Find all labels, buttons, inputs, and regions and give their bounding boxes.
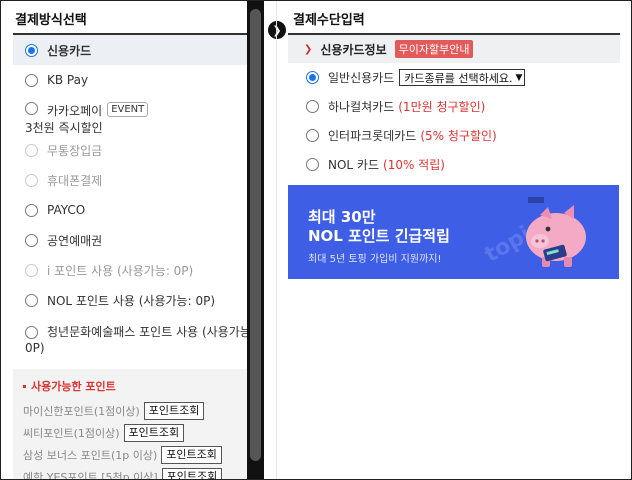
banner-headline-1: 최대 30만	[308, 208, 376, 226]
point-row: 마이신한포인트(1점이상) 포인트조회	[23, 400, 247, 422]
option-label: KB Pay	[47, 73, 89, 87]
payment-option-kakaopay[interactable]: 카카오페이 EVENT 3천원 즉시할인	[13, 95, 247, 135]
radio-icon[interactable]	[306, 158, 319, 171]
installment-info-button[interactable]: 무이자할부안내	[394, 40, 474, 58]
point-check-button[interactable]: 포인트조회	[161, 468, 223, 479]
point-row: 씨티포인트(1점이상) 포인트조회	[23, 422, 247, 444]
point-row: 예한 YES포인트 [5천p 이상] 포인트조회	[23, 466, 247, 480]
points-title-text: 사용가능한 포인트	[31, 380, 116, 393]
radio-icon[interactable]	[25, 173, 38, 187]
point-label: 씨티포인트(1점이상)	[23, 427, 120, 440]
option-label: NOL 포인트 사용 (사용가능: 0P)	[47, 293, 216, 308]
option-label-cont: 0P)	[25, 341, 45, 355]
payment-method-title: 결제방식선택	[15, 13, 87, 28]
option-label: PAYCO	[47, 203, 86, 217]
option-label-block: 청년문화예술패스 포인트 사용 (사용가능: 0P)	[25, 324, 247, 356]
point-label: 예한 YES포인트 [5천p 이상]	[23, 471, 158, 480]
card-option-nol[interactable]: NOL 카드 (10% 적립)	[288, 150, 620, 179]
radio-icon[interactable]	[25, 102, 38, 115]
point-label: 삼성 보너스 포인트(1p 이상)	[23, 449, 158, 462]
card-benefit: (10% 적립)	[383, 158, 445, 172]
banner-headline-2: NOL 포인트 긴급적립	[308, 227, 450, 245]
radio-icon[interactable]	[25, 293, 38, 307]
radio-icon[interactable]	[25, 203, 38, 217]
card-type-list: 일반신용카드 카드종류를 선택하세요. ▼ 하나컬쳐카드 (1만원 청구할인) …	[288, 63, 620, 179]
payment-option-bank-transfer[interactable]: 무통장입금	[13, 135, 247, 165]
payment-input-title: 결제수단입력	[293, 13, 365, 28]
card-label: 인터파크롯데카드	[328, 129, 417, 143]
option-label: 카카오페이	[47, 104, 103, 118]
payment-window: 결제방식선택 신용카드 KB Pay 카카오페이 EVENT 3천원 즉시할인 …	[0, 0, 632, 480]
card-option-hana-culture[interactable]: 하나컬쳐카드 (1만원 청구할인)	[288, 92, 620, 121]
option-label: 휴대폰결제	[47, 173, 103, 188]
card-type-select[interactable]: 카드종류를 선택하세요. ▼	[399, 69, 526, 86]
radio-icon[interactable]	[25, 263, 38, 277]
card-benefit: (1만원 청구할인)	[398, 100, 486, 114]
point-row: 삼성 보너스 포인트(1p 이상) 포인트조회	[23, 444, 247, 466]
option-label: 신용카드	[47, 43, 92, 58]
radio-icon[interactable]	[25, 73, 38, 87]
chevron-right-icon: ❯	[304, 43, 313, 55]
radio-icon[interactable]	[25, 143, 38, 157]
option-label: i 포인트 사용 (사용가능: 0P)	[47, 263, 194, 278]
bullet-icon	[23, 384, 26, 388]
point-label: 마이신한포인트(1점이상)	[23, 405, 140, 418]
payment-option-nol-point[interactable]: NOL 포인트 사용 (사용가능: 0P)	[13, 285, 247, 315]
event-badge: EVENT	[107, 102, 149, 117]
scrollbar-thumb[interactable]	[250, 9, 261, 461]
point-check-button[interactable]: 포인트조회	[123, 424, 185, 442]
option-sublabel: 3천원 즉시할인	[25, 121, 103, 135]
option-label: 공연예매권	[47, 233, 103, 248]
card-label: 하나컬쳐카드	[328, 100, 395, 114]
radio-icon[interactable]	[25, 233, 38, 247]
payment-method-list: 신용카드 KB Pay 카카오페이 EVENT 3천원 즉시할인 무통장입금 휴…	[13, 35, 247, 359]
card-option-interpark-lotte[interactable]: 인터파크롯데카드 (5% 청구할인)	[288, 121, 620, 150]
option-label: 무통장입금	[47, 143, 103, 158]
piggy-bank-icon: toping	[481, 197, 586, 268]
card-label: NOL 카드	[328, 158, 380, 172]
available-points-title: 사용가능한 포인트	[23, 378, 247, 394]
card-info-title: 신용카드정보	[320, 42, 387, 57]
available-points-panel: 사용가능한 포인트 마이신한포인트(1점이상) 포인트조회 씨티포인트(1점이상…	[13, 369, 247, 480]
chevron-down-icon: ▼	[515, 72, 523, 83]
select-value: 카드종류를 선택하세요.	[404, 71, 513, 85]
radio-icon[interactable]	[25, 43, 38, 57]
payment-option-credit-card[interactable]: 신용카드	[13, 35, 247, 65]
left-panel-scrollbar[interactable]	[247, 1, 264, 479]
payment-option-i-point[interactable]: i 포인트 사용 (사용가능: 0P)	[13, 255, 247, 285]
radio-icon[interactable]	[306, 100, 319, 113]
payment-input-panel: 결제수단입력 ❯ 신용카드정보 무이자할부안내 일반신용카드 카드종류를 선택하…	[276, 1, 631, 479]
payment-option-payco[interactable]: PAYCO	[13, 195, 247, 225]
radio-icon[interactable]	[306, 129, 319, 142]
card-option-general[interactable]: 일반신용카드 카드종류를 선택하세요. ▼	[288, 63, 620, 92]
point-check-button[interactable]: 포인트조회	[161, 446, 222, 464]
payment-option-youth-pass[interactable]: 청년문화예술패스 포인트 사용 (사용가능: 0P)	[13, 315, 247, 359]
radio-icon[interactable]	[306, 71, 319, 84]
panel-divider	[276, 1, 277, 479]
point-check-button[interactable]: 포인트조회	[143, 402, 205, 420]
payment-option-kbpay[interactable]: KB Pay	[13, 65, 247, 95]
payment-option-mobile[interactable]: 휴대폰결제	[13, 165, 247, 195]
card-info-header: ❯ 신용카드정보 무이자할부안내	[288, 35, 620, 63]
option-label: 청년문화예술패스 포인트 사용 (사용가능:	[47, 325, 247, 339]
promo-banner[interactable]: 최대 30만 NOL 포인트 긴급적립 최대 5년 토핑 가입비 지원까지! t…	[288, 185, 619, 279]
payment-option-voucher[interactable]: 공연예매권	[13, 225, 247, 255]
card-label: 일반신용카드	[328, 71, 395, 85]
card-benefit: (5% 청구할인)	[420, 129, 497, 143]
radio-icon[interactable]	[25, 326, 38, 339]
payment-method-panel: 결제방식선택 신용카드 KB Pay 카카오페이 EVENT 3천원 즉시할인 …	[1, 1, 247, 480]
banner-subtext: 최대 5년 토핑 가입비 지원까지!	[308, 254, 442, 265]
